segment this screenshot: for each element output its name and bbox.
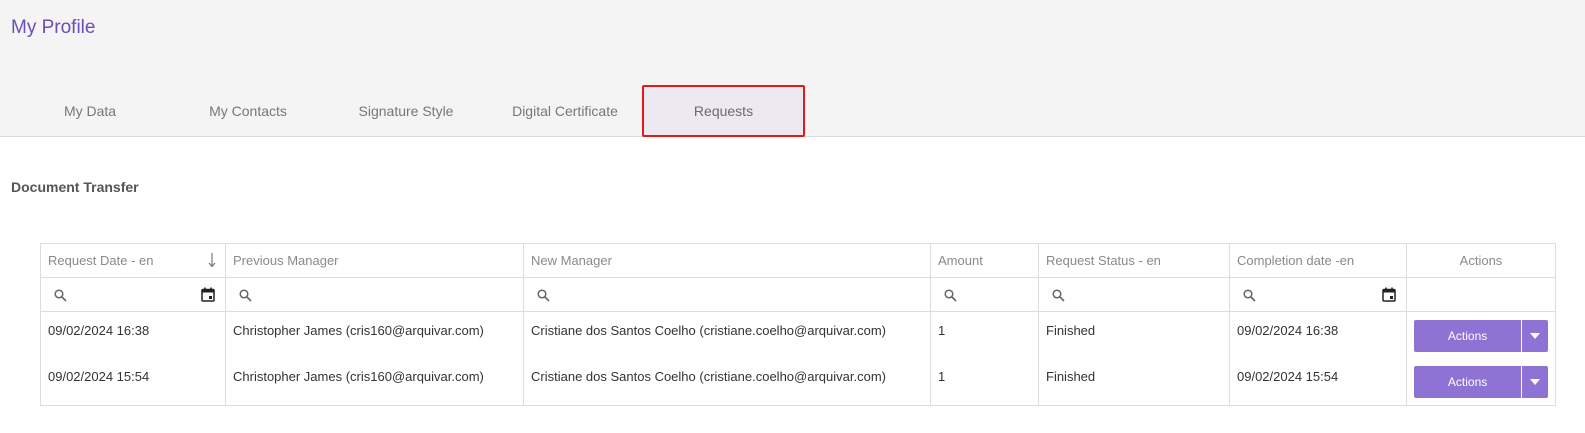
cell-completion-date: 09/02/2024 15:54	[1230, 358, 1407, 405]
filter-previous-manager[interactable]	[226, 278, 524, 311]
search-icon	[54, 289, 67, 302]
column-header-label: Previous Manager	[233, 253, 339, 268]
cell-actions: Actions	[1407, 358, 1555, 405]
actions-split-button: Actions	[1414, 366, 1548, 398]
cell-new-manager: Cristiane dos Santos Coelho (cristiane.c…	[524, 358, 931, 405]
section-title: Document Transfer	[11, 179, 139, 195]
search-icon	[239, 289, 252, 302]
search-icon	[1052, 289, 1065, 302]
actions-dropdown-toggle[interactable]	[1522, 366, 1548, 398]
column-header-previous-manager[interactable]: Previous Manager	[226, 244, 524, 277]
cell-request-date: 09/02/2024 15:54	[41, 358, 226, 405]
column-header-request-date[interactable]: Request Date - en	[41, 244, 226, 277]
actions-button[interactable]: Actions	[1414, 320, 1522, 352]
column-header-actions: Actions	[1407, 244, 1555, 277]
column-header-new-manager[interactable]: New Manager	[524, 244, 931, 277]
actions-dropdown-toggle[interactable]	[1522, 320, 1548, 352]
cell-status: Finished	[1039, 312, 1230, 358]
column-header-label: Request Date - en	[48, 253, 154, 268]
column-header-label: Completion date -en	[1237, 253, 1355, 268]
cell-actions: Actions	[1407, 312, 1555, 358]
column-header-amount[interactable]: Amount	[931, 244, 1039, 277]
tab-requests[interactable]: Requests	[642, 85, 805, 137]
table-header-row: Request Date - en Previous Manager New M…	[41, 244, 1555, 278]
cell-previous-manager: Christopher James (cris160@arquivar.com)	[226, 312, 524, 358]
filter-new-manager[interactable]	[524, 278, 931, 311]
cell-request-date: 09/02/2024 16:38	[41, 312, 226, 358]
column-header-completion-date[interactable]: Completion date -en	[1230, 244, 1407, 277]
calendar-icon[interactable]	[1382, 287, 1396, 302]
profile-header: My Profile My Data My Contacts Signature…	[0, 0, 1585, 137]
column-header-label: Amount	[938, 253, 983, 268]
tab-my-contacts[interactable]: My Contacts	[188, 85, 308, 137]
calendar-icon[interactable]	[201, 287, 215, 302]
profile-tabs: My Data My Contacts Signature Style Digi…	[0, 85, 1585, 137]
cell-amount: 1	[931, 312, 1039, 358]
filter-request-date[interactable]	[41, 278, 226, 311]
column-header-request-status[interactable]: Request Status - en	[1039, 244, 1230, 277]
sort-arrow-down-icon[interactable]	[207, 252, 217, 268]
cell-new-manager: Cristiane dos Santos Coelho (cristiane.c…	[524, 312, 931, 358]
tab-digital-certificate[interactable]: Digital Certificate	[500, 85, 630, 137]
filter-request-status[interactable]	[1039, 278, 1230, 311]
column-header-label: New Manager	[531, 253, 612, 268]
column-header-label: Request Status - en	[1046, 253, 1161, 268]
table-filter-row	[41, 278, 1555, 312]
search-icon	[944, 289, 957, 302]
filter-completion-date[interactable]	[1230, 278, 1407, 311]
tab-my-data[interactable]: My Data	[30, 85, 150, 137]
column-header-label: Actions	[1459, 253, 1503, 268]
tab-signature-style[interactable]: Signature Style	[346, 85, 466, 137]
page-title: My Profile	[11, 17, 96, 38]
table-row: 09/02/2024 16:38 Christopher James (cris…	[41, 312, 1555, 358]
filter-actions	[1407, 278, 1555, 311]
cell-amount: 1	[931, 358, 1039, 405]
search-icon	[537, 289, 550, 302]
filter-amount[interactable]	[931, 278, 1039, 311]
table-row: 09/02/2024 15:54 Christopher James (cris…	[41, 358, 1555, 405]
requests-table: Request Date - en Previous Manager New M…	[40, 243, 1556, 406]
cell-previous-manager: Christopher James (cris160@arquivar.com)	[226, 358, 524, 405]
chevron-down-icon	[1530, 379, 1541, 385]
search-icon	[1243, 289, 1256, 302]
actions-split-button: Actions	[1414, 320, 1548, 352]
chevron-down-icon	[1530, 333, 1541, 339]
cell-status: Finished	[1039, 358, 1230, 405]
cell-completion-date: 09/02/2024 16:38	[1230, 312, 1407, 358]
actions-button[interactable]: Actions	[1414, 366, 1522, 398]
